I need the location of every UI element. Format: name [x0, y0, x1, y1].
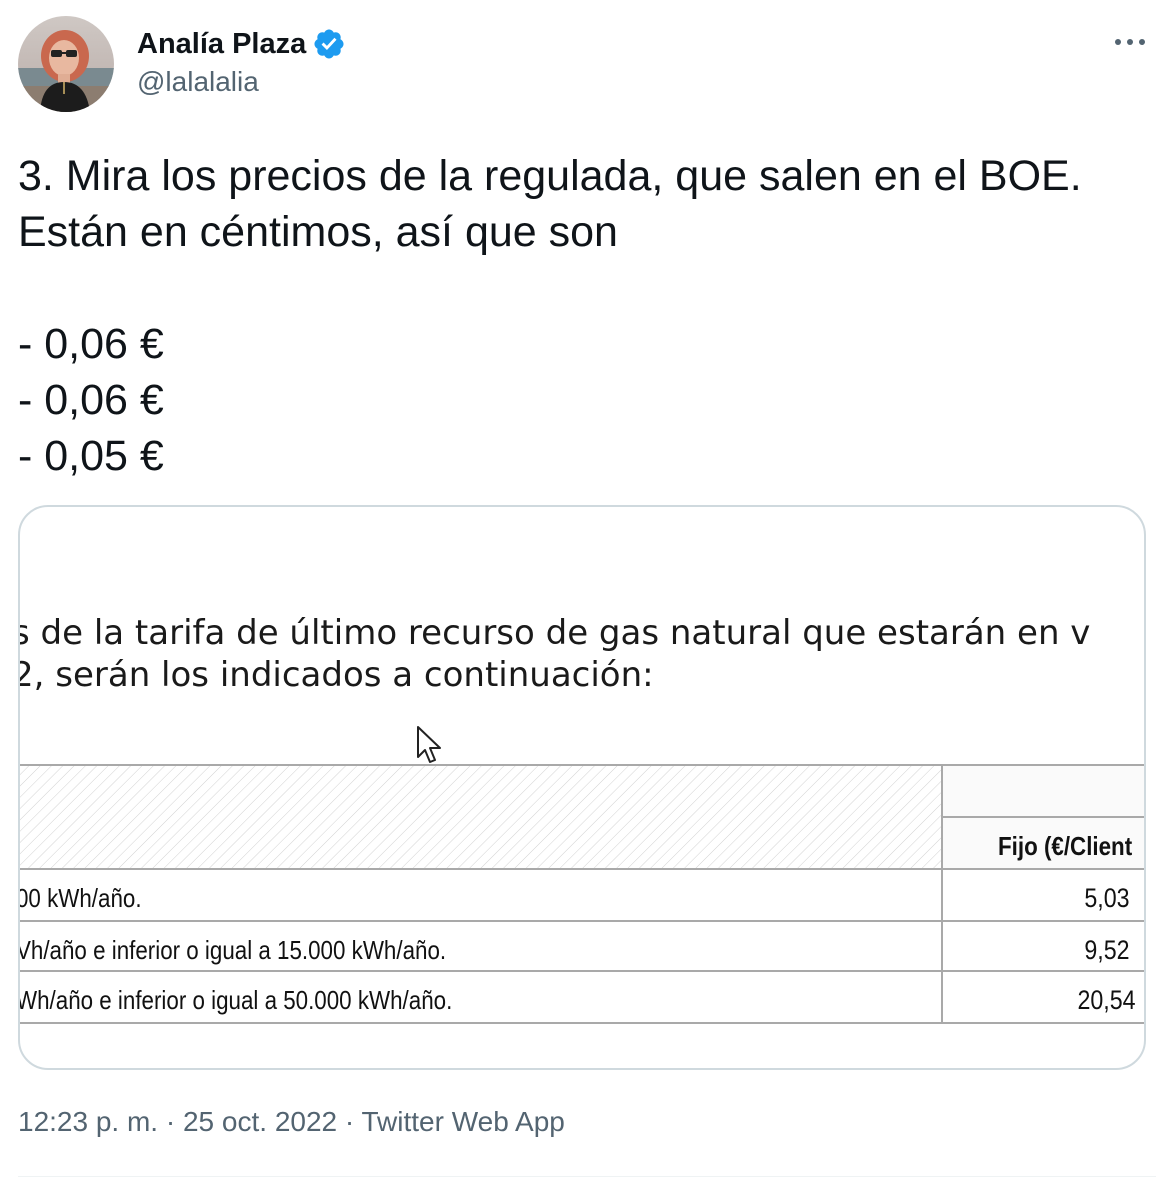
- document-screenshot: s de la tarifa de último recurso de gas …: [20, 507, 1144, 1068]
- more-options-icon[interactable]: [1112, 30, 1148, 54]
- tweet-date[interactable]: 25 oct. 2022: [183, 1106, 337, 1137]
- table-header-fijo: Fijo (€/Client: [998, 831, 1133, 861]
- mouse-cursor-icon: [417, 726, 441, 763]
- tweet-media-image[interactable]: s de la tarifa de último recurso de gas …: [18, 505, 1146, 1070]
- separator: ·: [344, 1106, 355, 1137]
- tweet-text: 3. Mira los precios de la regulada, que …: [18, 152, 1082, 480]
- verified-badge-icon: [312, 27, 346, 61]
- table-row-1-value: 5,03: [1084, 883, 1130, 913]
- table-row-2-label: Vh/año e inferior o igual a 15.000 kWh/a…: [18, 935, 447, 965]
- tweet-metadata: 12:23 p. m. · 25 oct. 2022 · Twitter Web…: [18, 1106, 565, 1138]
- separator: ·: [165, 1106, 176, 1137]
- avatar[interactable]: [18, 16, 114, 112]
- tweet-time[interactable]: 12:23 p. m.: [18, 1106, 158, 1137]
- table-row-2-value: 9,52: [1084, 935, 1130, 965]
- divider: [18, 1176, 1156, 1177]
- document-line-2: 2, serán los indicados a continuación:: [18, 655, 654, 695]
- author-name[interactable]: Analía Plaza: [137, 28, 306, 61]
- author-handle[interactable]: @lalalalia: [137, 66, 259, 98]
- tweet-source[interactable]: Twitter Web App: [362, 1106, 565, 1137]
- table-row-1-label: 00 kWh/año.: [18, 883, 142, 913]
- document-line-1: s de la tarifa de último recurso de gas …: [18, 613, 1091, 653]
- table-row-3-value: 20,54: [1077, 985, 1136, 1015]
- table-row-3-label: Wh/año e inferior o igual a 50.000 kWh/a…: [18, 985, 453, 1015]
